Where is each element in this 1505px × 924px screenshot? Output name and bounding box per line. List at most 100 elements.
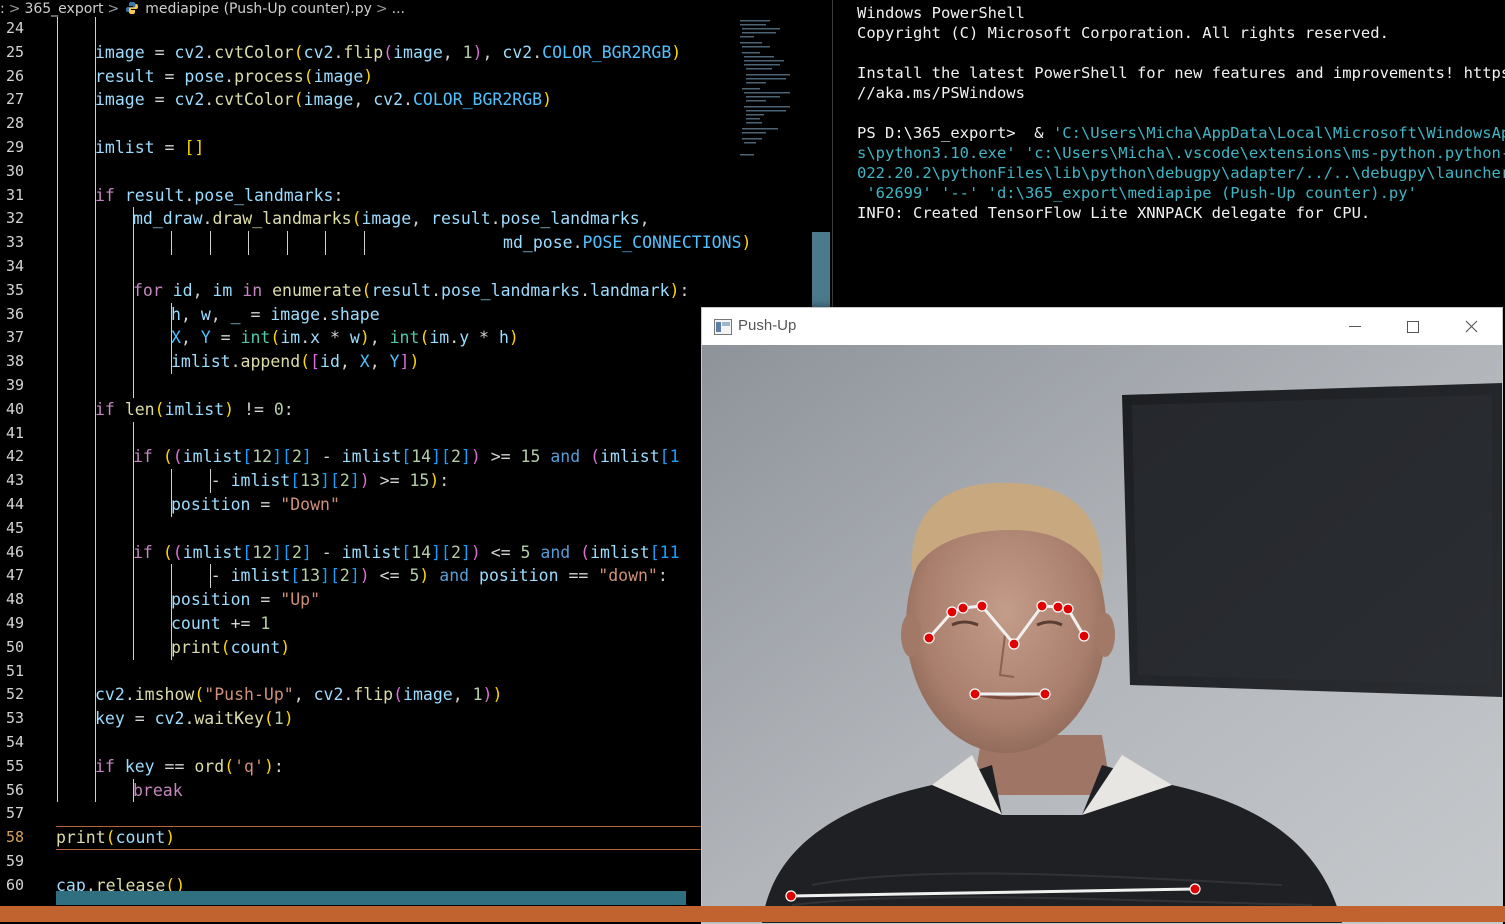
code-token: Y (389, 352, 400, 372)
code-line[interactable]: 59 (0, 850, 820, 874)
code-token: [ (441, 447, 451, 467)
indent-guide (133, 373, 134, 398)
code-token: 1 (462, 42, 473, 62)
indent-guide (57, 17, 58, 41)
code-line[interactable]: 51 (0, 659, 820, 684)
code-line[interactable]: 36 h, w, _ = image.shape (0, 302, 820, 327)
horizontal-scrollbar[interactable] (56, 891, 686, 905)
breadcrumb-folder[interactable]: 365_export (24, 1, 103, 17)
code-line[interactable]: 26 result = pose.process(image) (0, 64, 820, 89)
code-token: ) (283, 709, 294, 729)
line-number: 39 (5, 375, 24, 394)
maximize-icon (1407, 321, 1419, 333)
code-line[interactable]: 33 md_pose.POSE_CONNECTIONS) (0, 231, 820, 255)
maximize-button[interactable] (1384, 308, 1442, 345)
code-line[interactable]: 46 if ((imlist[12][2] - imlist[14][2]) <=… (0, 540, 820, 565)
code-token: ] (301, 447, 312, 467)
indent-guide (95, 159, 96, 184)
code-line[interactable]: 58 print(count) (0, 826, 820, 851)
push-up-window[interactable]: Push-Up (701, 307, 1503, 924)
code-token: . (333, 42, 344, 62)
code-line[interactable]: 52 cv2.imshow("Push-Up", cv2.flip(image, … (0, 683, 820, 708)
code-line[interactable]: 29 imlist = [] (0, 135, 820, 160)
code-line[interactable]: 28 (0, 112, 820, 136)
code-line[interactable]: 41 (0, 421, 820, 446)
code-line[interactable]: 34 (0, 254, 820, 279)
code-line[interactable]: 54 (0, 730, 820, 755)
code-line[interactable]: 44 position = "Down" (0, 492, 820, 517)
code-token: - (311, 542, 342, 562)
breadcrumb: : >365_export > mediapipe (Push-Up counter)… (0, 0, 831, 18)
code-token: ) (508, 328, 519, 348)
line-number: 29 (5, 137, 24, 156)
indent-guide (133, 326, 134, 351)
code-line[interactable]: 53 key = cv2.waitKey(1) (0, 707, 820, 731)
indent-guide (95, 350, 96, 374)
code-line[interactable]: 35 for id, im in enumerate(result.pose_la… (0, 278, 820, 303)
code-token: ) (470, 447, 481, 467)
code-token: : (439, 471, 450, 491)
indent-guide (57, 469, 58, 493)
indent-guide (95, 588, 96, 612)
code-line[interactable]: 40 if len(imlist) != 0: (0, 397, 820, 422)
code-token: imlist (230, 566, 291, 586)
indent-guide (57, 88, 58, 113)
code-line[interactable]: 56 break (0, 778, 820, 803)
code-line[interactable]: 48 position = "Up" (0, 588, 820, 612)
code-token: , (353, 90, 374, 110)
close-button[interactable] (1442, 308, 1500, 345)
indent-guide (95, 207, 96, 232)
code-line[interactable]: 42 if ((imlist[12][2] - imlist[14][2]) >=… (0, 445, 820, 470)
breadcrumb-file[interactable]: mediapipe (Push-Up counter).py (145, 1, 372, 17)
breadcrumb-more[interactable]: ... (392, 1, 405, 17)
code-token: count (230, 637, 281, 657)
code-line[interactable]: 31 if result.pose_landmarks: (0, 183, 820, 208)
code-line[interactable]: 32 md_draw.draw_landmarks(image, result.p… (0, 207, 820, 232)
indent-guide (57, 564, 58, 589)
code-line[interactable]: 45 (0, 516, 820, 541)
window-titlebar[interactable]: Push-Up (702, 308, 1502, 345)
code-text: image = cv2.cvtColor(cv2.flip(image, 1),… (95, 41, 681, 65)
code-text: if len(imlist) != 0: (95, 398, 294, 422)
code-line[interactable]: 55 if key == ord('q'): (0, 754, 820, 779)
code-line[interactable]: 47 - imlist[13][2]) <= 5) and position =… (0, 564, 820, 589)
line-number: 28 (5, 114, 24, 133)
code-line[interactable]: 24 (0, 17, 820, 41)
code-line[interactable]: 43 - imlist[13][2]) >= 15): (0, 469, 820, 493)
code-line[interactable]: 49 count += 1 (0, 611, 820, 636)
code-token: if (133, 542, 153, 562)
terminal-text: Windows PowerShell (857, 4, 1025, 22)
code-token: h (498, 328, 509, 348)
code-token: , (411, 209, 432, 229)
breadcrumb-root[interactable]: : (0, 1, 5, 17)
code-line[interactable]: 37 X, Y = int(im.x * w), int(im.y * h) (0, 326, 820, 351)
minimap[interactable] (740, 18, 812, 158)
code-token: if (95, 185, 115, 205)
code-area[interactable]: 24 25 image = cv2.cvtColor(cv2.flip(image,… (0, 17, 820, 897)
code-line[interactable]: 38 imlist.append([id, X, Y]) (0, 350, 820, 374)
code-token: 2 (450, 542, 461, 562)
terminal-text: Copyright (C) Microsoft Corporation. All… (857, 24, 1389, 42)
code-line[interactable]: 57 (0, 802, 820, 826)
code-line[interactable]: 39 (0, 373, 820, 398)
code-token: md_pose (503, 233, 573, 253)
indent-guide (57, 373, 58, 398)
line-number: 60 (5, 875, 24, 894)
line-number: 57 (5, 804, 24, 823)
code-line[interactable]: 50 print(count) (0, 635, 820, 660)
minimize-button[interactable] (1326, 308, 1384, 345)
code-line[interactable]: 27 image = cv2.cvtColor(image, cv2.COLOR_… (0, 88, 820, 113)
code-line[interactable]: 25 image = cv2.cvtColor(cv2.flip(image, 1… (0, 40, 820, 65)
code-line[interactable]: 30 (0, 159, 820, 184)
code-token: : (679, 280, 690, 300)
code-token: position (171, 494, 251, 514)
code-token: print (56, 828, 106, 848)
code-token: = (240, 304, 271, 324)
code-text: if result.pose_landmarks: (95, 184, 343, 208)
indent-guide (133, 350, 134, 374)
line-number: 36 (5, 304, 24, 323)
code-token: "down" (598, 566, 658, 586)
